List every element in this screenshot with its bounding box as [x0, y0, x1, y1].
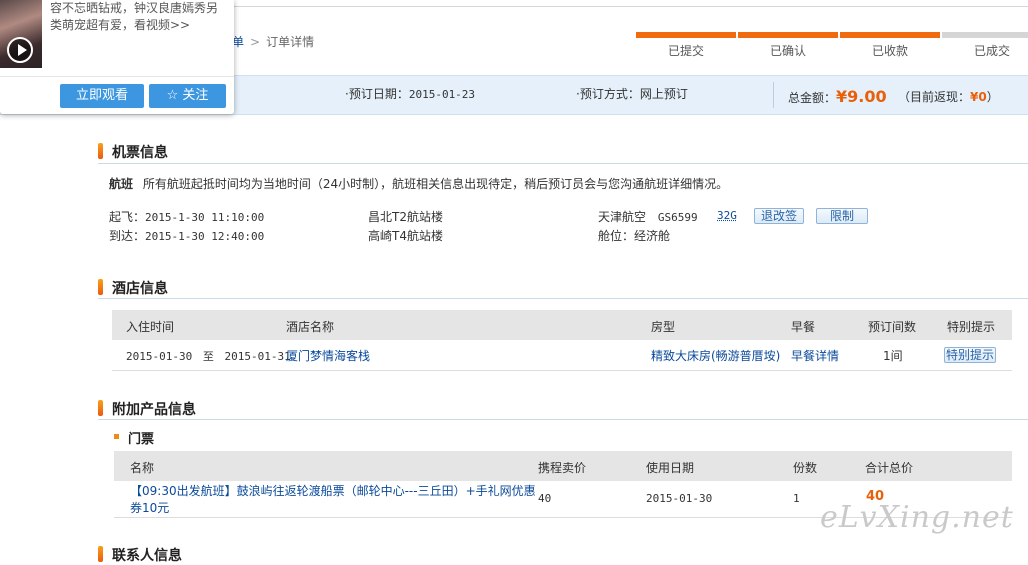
- hotel-col-room: 房型: [651, 320, 676, 334]
- room-type-link[interactable]: 精致大床房(畅游普厝垵): [651, 347, 780, 364]
- depart-time: 2015-1-30 11:10:00: [145, 211, 265, 224]
- order-rebate-label: （目前返现：: [898, 90, 971, 104]
- order-method-value: 网上预订: [639, 87, 688, 101]
- ticket-use-date: 2015-01-30: [646, 492, 713, 505]
- order-rebate-value: ¥0: [970, 90, 987, 104]
- play-icon[interactable]: [7, 37, 33, 63]
- ticket-name-link[interactable]: 【09:30出发航班】鼓浪屿往返轮渡船票（邮轮中心---三丘田）+手礼网优惠 券1…: [130, 483, 540, 515]
- follow-label: 关注: [182, 88, 209, 103]
- breadcrumb-separator: >: [250, 35, 261, 49]
- order-method-label: ·预订方式：: [576, 87, 640, 101]
- follow-button[interactable]: ☆ 关注: [149, 84, 226, 108]
- step-bar: [738, 32, 838, 38]
- addon-col-total: 合计总价: [865, 461, 914, 475]
- airline-name: 天津航空: [598, 210, 647, 224]
- step-bar: [840, 32, 940, 38]
- arrive-label: 到达：: [109, 229, 146, 243]
- flight-airline: 天津航空 GS6599: [598, 208, 698, 225]
- ticket-qty: 1: [793, 492, 800, 505]
- flight-depart: 起飞：2015-1-30 11:10:00: [109, 208, 264, 225]
- addon-section-rule: [98, 419, 1028, 420]
- hotel-col-tip: 特别提示: [947, 320, 996, 334]
- hotel-table-row: 2015-01-30 至 2015-01-31 厦门梦情海客栈 精致大床房(畅游…: [112, 340, 1012, 371]
- ticket-subsection-title: 门票: [114, 428, 154, 447]
- video-text-line2: 类萌宠超有爱，看视频>>: [50, 18, 191, 32]
- flight-section-title: 机票信息: [98, 142, 168, 162]
- flight-arrive: 到达：2015-1-30 12:40:00: [109, 227, 264, 244]
- top-divider: [234, 6, 1028, 7]
- step-label: 已确认: [769, 44, 806, 58]
- depart-terminal: 昌北T2航站楼: [368, 210, 443, 224]
- special-tip-button[interactable]: 特别提示: [944, 347, 997, 363]
- checkin-date: 2015-01-30: [126, 350, 193, 363]
- contact-section-title: 联系人信息: [98, 545, 182, 565]
- order-rebate: （目前返现：¥0）: [898, 88, 999, 105]
- step-completed: 已成交: [942, 32, 1028, 59]
- breadcrumb-current: 订单详情: [266, 35, 315, 49]
- room-count: 1间: [883, 349, 903, 363]
- hotel-col-breakfast: 早餐: [791, 320, 816, 334]
- order-method: ·预订方式：网上预订: [576, 85, 688, 102]
- hotel-col-checkin: 入住时间: [126, 320, 175, 334]
- step-bar: [636, 32, 736, 38]
- popup-divider: [0, 76, 234, 77]
- breakfast-details-link[interactable]: 早餐详情: [791, 347, 839, 364]
- step-bar: [942, 32, 1028, 38]
- plane-type-link[interactable]: 32G: [717, 209, 737, 222]
- order-total-value: ¥9.00: [836, 87, 887, 106]
- summary-divider: [773, 82, 774, 108]
- hotel-section-rule: [98, 298, 1028, 299]
- step-label: 已提交: [667, 44, 704, 58]
- site-watermark: eLvXing.net: [820, 500, 1014, 535]
- step-submitted: 已提交: [636, 32, 736, 59]
- order-total: 总金额：¥9.00: [788, 87, 887, 106]
- order-total-label: 总金额：: [788, 91, 837, 105]
- flight-note-label: 航班: [109, 177, 134, 191]
- addon-col-date: 使用日期: [646, 461, 695, 475]
- hotel-checkin: 2015-01-30 至 2015-01-31: [126, 348, 291, 364]
- watch-now-button[interactable]: 立即观看: [60, 84, 144, 108]
- addon-table-header: 名称 携程卖价 使用日期 份数 合计总价: [114, 451, 1012, 481]
- ticket-name-line1: 【09:30出发航班】鼓浪屿往返轮渡船票（邮轮中心---三丘田）+手礼网优惠: [130, 484, 536, 498]
- cabin-label: 舱位：: [598, 229, 635, 243]
- addon-col-price: 携程卖价: [538, 461, 587, 475]
- hotel-name-link[interactable]: 厦门梦情海客栈: [286, 347, 370, 364]
- ticket-name-line2: 券10元: [130, 501, 170, 515]
- star-icon: ☆: [166, 88, 179, 103]
- arrive-terminal: 高崎T4航站楼: [368, 229, 443, 243]
- checkout-date: 2015-01-31: [224, 350, 291, 363]
- hotel-table-header: 入住时间 酒店名称 房型 早餐 预订间数 特别提示: [112, 310, 1012, 340]
- flight-cabin: 舱位：经济舱: [598, 227, 670, 244]
- step-label: 已成交: [973, 44, 1010, 58]
- step-paid: 已收款: [840, 32, 940, 59]
- order-date-label: ·预订日期：: [345, 87, 409, 101]
- breadcrumb: 单 > 订单详情: [232, 33, 314, 50]
- cabin-value: 经济舱: [634, 229, 671, 243]
- hotel-section-title: 酒店信息: [98, 278, 168, 298]
- step-confirmed: 已确认: [738, 32, 838, 59]
- flight-note-text: 所有航班起抵时间均为当地时间（24小时制），航班相关信息出现待定，稍后预订员会与…: [142, 177, 729, 191]
- order-rebate-close: ）: [986, 90, 999, 104]
- ticket-price: 40: [538, 492, 552, 505]
- change-refund-button[interactable]: 退改签: [754, 208, 805, 224]
- depart-label: 起飞：: [109, 210, 146, 224]
- restriction-button[interactable]: 限制: [816, 208, 869, 224]
- order-date: ·预订日期：2015-01-23: [345, 85, 475, 102]
- video-description[interactable]: 容不忘晒钻戒，钟汉良唐嫣秀另 类萌宠超有爱，看视频>>: [50, 0, 226, 34]
- video-thumbnail[interactable]: [0, 0, 42, 68]
- addon-col-qty: 份数: [793, 461, 818, 475]
- arrive-time: 2015-1-30 12:40:00: [145, 230, 265, 243]
- flight-section-rule: [98, 163, 1028, 164]
- flight-number: GS6599: [657, 211, 698, 224]
- video-popup: 容不忘晒钻戒，钟汉良唐嫣秀另 类萌宠超有爱，看视频>> 立即观看 ☆ 关注: [0, 0, 234, 114]
- hotel-col-name: 酒店名称: [286, 320, 335, 334]
- addon-col-name: 名称: [130, 461, 155, 475]
- flight-note: 航班 所有航班起抵时间均为当地时间（24小时制），航班相关信息出现待定，稍后预订…: [109, 175, 728, 192]
- video-text-line1: 容不忘晒钻戒，钟汉良唐嫣秀另: [50, 1, 219, 15]
- hotel-col-rooms: 预订间数: [868, 320, 917, 334]
- order-date-value: 2015-01-23: [408, 88, 476, 101]
- addon-section-title: 附加产品信息: [98, 399, 196, 419]
- date-range-sep: 至: [202, 350, 214, 363]
- step-label: 已收款: [871, 44, 908, 58]
